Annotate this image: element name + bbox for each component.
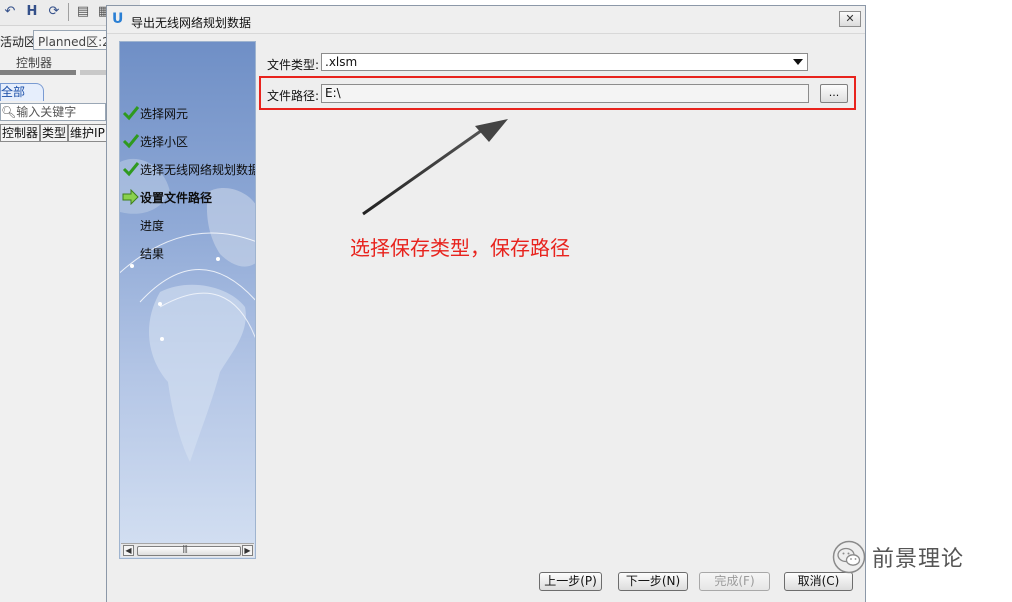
column-header-maintenance-ip[interactable]: 维护IP	[68, 124, 107, 142]
scroll-right-arrow-icon[interactable]: ▶	[242, 545, 253, 556]
background-progress-bar	[0, 70, 76, 75]
file-type-label: 文件类型:	[267, 58, 320, 72]
export-dialog: U 导出无线网络规划数据 ✕ 选择网元 选择小区 选择无线网络规划数据对	[106, 5, 866, 602]
save-icon[interactable]: H	[24, 4, 40, 20]
background-table-header: 控制器 类型 维护IP	[0, 124, 107, 142]
wizard-step-label: 结果	[140, 246, 165, 261]
grid-icon[interactable]: ▤	[75, 4, 91, 20]
wizard-step-label: 设置文件路径	[140, 190, 213, 205]
wizard-step-label: 选择无线网络规划数据对	[140, 162, 255, 177]
annotation-arrow	[362, 119, 508, 216]
finish-button[interactable]: 完成(F)	[699, 572, 770, 591]
watermark-text: 前景理论	[872, 547, 965, 572]
check-icon	[122, 161, 140, 177]
background-progress-track	[80, 70, 106, 75]
column-header-type[interactable]: 类型	[40, 124, 69, 142]
file-type-value: .xlsm	[325, 55, 358, 69]
chevron-down-icon[interactable]	[793, 59, 803, 65]
column-header-controller[interactable]: 控制器	[0, 124, 41, 142]
annotation-highlight-box	[259, 76, 856, 110]
wizard-step-label: 选择网元	[140, 106, 189, 121]
scroll-left-arrow-icon[interactable]: ◀	[123, 545, 134, 556]
wizard-step-set-path: 设置文件路径	[122, 188, 212, 206]
area-field[interactable]: Planned区:20	[33, 30, 113, 50]
controller-label: 控制器	[16, 56, 53, 70]
wizard-step-label: 进度	[140, 218, 165, 233]
dialog-title: 导出无线网络规划数据	[131, 16, 252, 30]
tab-all-label: 全部	[1, 85, 26, 99]
search-icon: 🔍︎	[1, 105, 17, 119]
annotation-text: 选择保存类型，保存路径	[350, 236, 570, 260]
tab-all[interactable]: 全部	[0, 83, 44, 101]
check-icon	[122, 133, 140, 149]
scroll-thumb[interactable]	[137, 544, 241, 556]
arrow-right-icon	[122, 188, 140, 206]
next-step-button[interactable]: 下一步(N)	[618, 572, 688, 591]
watermark: 前景理论	[832, 539, 964, 575]
check-icon	[122, 105, 140, 121]
search-placeholder: 输入关键字	[16, 105, 77, 119]
file-type-select[interactable]: .xlsm	[321, 53, 808, 71]
dialog-titlebar[interactable]: U 导出无线网络规划数据 ✕	[107, 6, 865, 34]
wizard-step-label: 选择小区	[140, 134, 189, 149]
undo-icon[interactable]: ↶	[2, 4, 18, 20]
previous-step-button[interactable]: 上一步(P)	[539, 572, 602, 591]
wizard-step-result: 结果	[122, 244, 164, 262]
sidebar-horizontal-scrollbar[interactable]: ◀ ▶	[121, 543, 254, 557]
wechat-icon	[832, 540, 866, 574]
wizard-step-select-data: 选择无线网络规划数据对	[122, 160, 255, 178]
app-logo-icon: U	[112, 11, 124, 27]
background-app-panel: ↶ H ⟳ ▤ ▦ 活动区: Planned区:20 控制器 全部 🔍︎输入关键…	[0, 0, 140, 602]
keyword-search-input[interactable]: 🔍︎输入关键字	[0, 103, 106, 121]
wizard-step-progress: 进度	[122, 216, 164, 234]
wizard-step-select-ne: 选择网元	[122, 104, 188, 122]
wizard-steps-panel: 选择网元 选择小区 选择无线网络规划数据对 设置文件路径 进度 结果 ◀ ▶	[119, 41, 256, 559]
toolbar-separator	[68, 3, 69, 21]
refresh-icon[interactable]: ⟳	[46, 4, 62, 20]
close-button[interactable]: ✕	[839, 11, 861, 27]
wizard-step-select-cell: 选择小区	[122, 132, 188, 150]
